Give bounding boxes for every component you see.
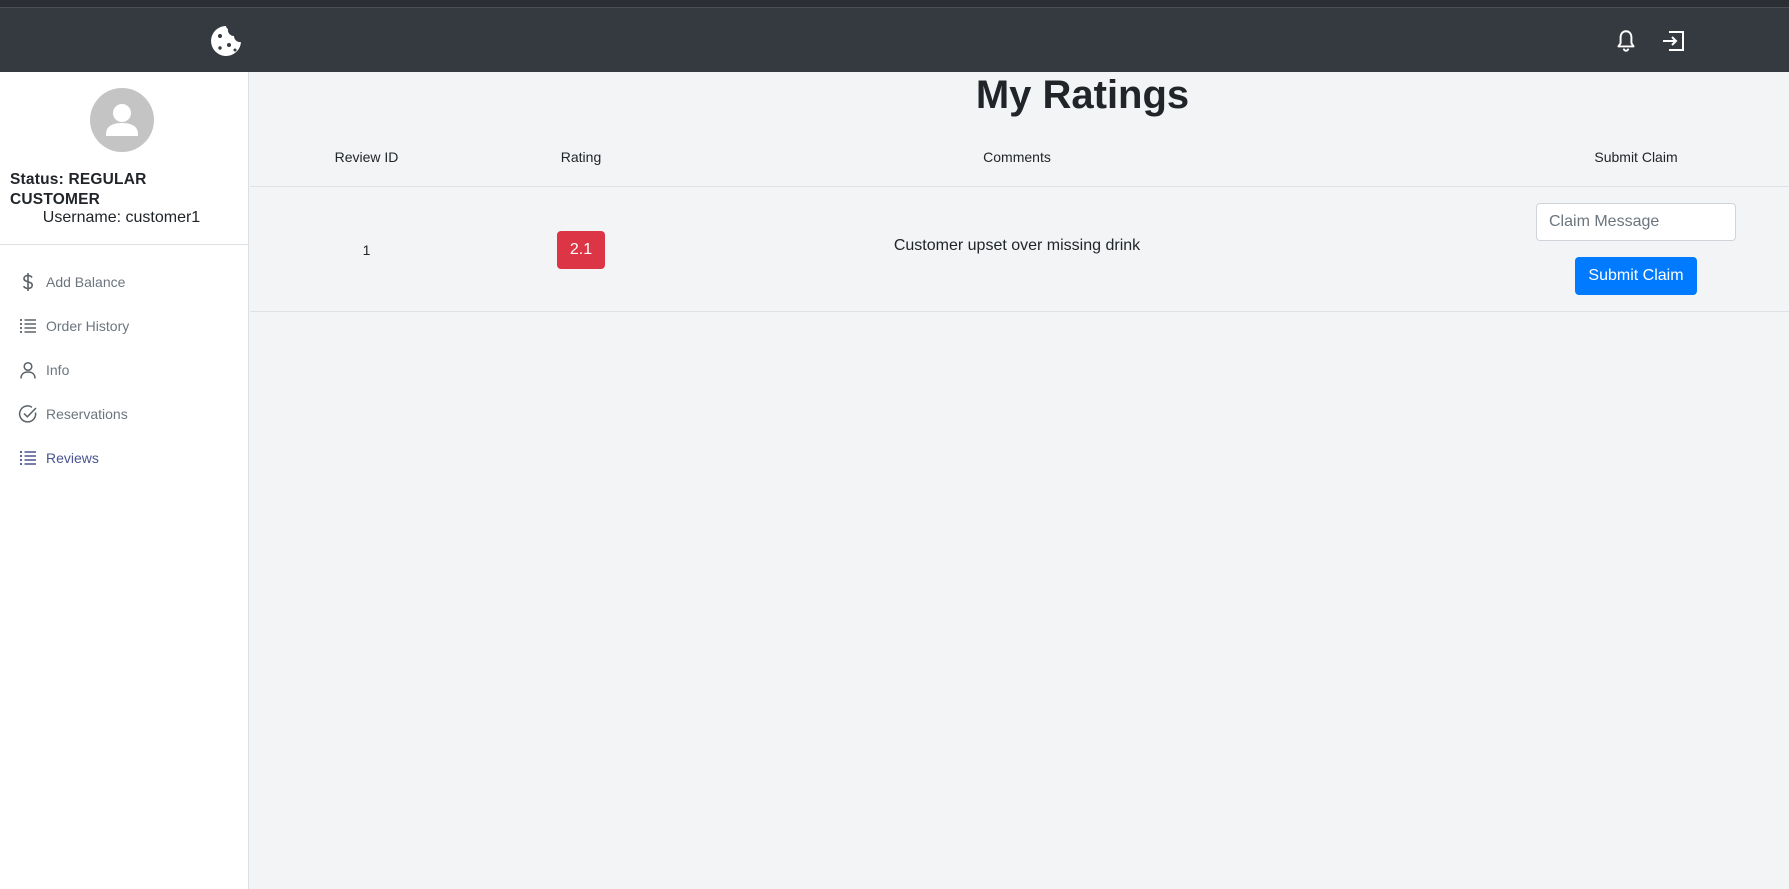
rating-badge: 2.1 [557, 231, 605, 269]
sidebar-menu: Add Balance Order History Info Reservati… [0, 260, 249, 480]
sidebar-item-label: Reviews [46, 450, 99, 466]
submit-claim-button[interactable]: Submit Claim [1575, 257, 1697, 295]
dollar-icon [22, 273, 34, 291]
username-label: Username: customer1 [42, 209, 201, 226]
sidebar-item-reservations[interactable]: Reservations [0, 392, 249, 436]
avatar [90, 88, 154, 152]
sidebar-item-label: Reservations [46, 406, 128, 422]
sidebar-item-order-history[interactable]: Order History [0, 304, 249, 348]
browser-top-strip [0, 0, 1789, 8]
bell-icon[interactable] [1613, 28, 1639, 54]
review-id-cell: 1 [362, 242, 371, 258]
check-circle-icon [18, 405, 37, 423]
column-header-review-id: Review ID [334, 149, 399, 165]
table-header: Review ID Rating Comments Submit Claim [250, 138, 1789, 187]
sidebar: Status: REGULAR CUSTOMER Username: custo… [0, 72, 249, 889]
page-title: My Ratings [975, 73, 1190, 117]
table-row: 1 2.1 Customer upset over missing drink … [250, 187, 1789, 312]
list-icon [19, 318, 36, 334]
person-icon [20, 361, 36, 379]
list-icon [19, 450, 36, 466]
sidebar-item-label: Order History [46, 318, 130, 334]
page-title-wrap: My Ratings [249, 73, 1789, 118]
customer-status: Status: REGULAR CUSTOMER [10, 171, 147, 208]
user-silhouette-icon [106, 104, 138, 136]
claim-message-input[interactable] [1536, 203, 1736, 241]
ratings-table: Review ID Rating Comments Submit Claim 1… [250, 138, 1789, 312]
sidebar-item-label: Add Balance [46, 274, 126, 290]
column-header-rating: Rating [560, 149, 602, 165]
logout-icon[interactable] [1659, 26, 1689, 56]
comment-cell: Customer upset over missing drink [893, 237, 1141, 254]
sidebar-divider [0, 244, 249, 245]
column-header-comments: Comments [983, 149, 1051, 165]
sidebar-item-label: Info [46, 362, 70, 378]
sidebar-item-info[interactable]: Info [0, 348, 249, 392]
sidebar-item-add-balance[interactable]: Add Balance [0, 260, 249, 304]
top-navbar [0, 8, 1789, 72]
column-header-submit-claim: Submit Claim [1594, 149, 1678, 165]
sidebar-item-reviews[interactable]: Reviews [0, 436, 249, 480]
cookie-icon[interactable] [208, 23, 244, 59]
